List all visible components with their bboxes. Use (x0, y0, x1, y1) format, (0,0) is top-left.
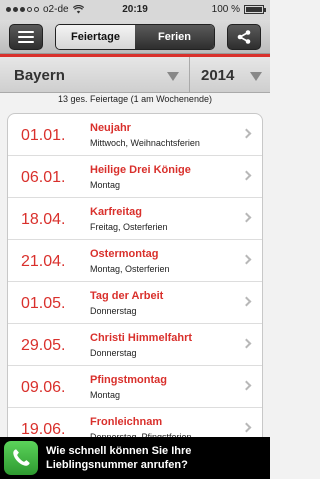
holiday-list: 01.01. Neujahr Mittwoch, Weihnachtsferien 0… (7, 113, 263, 451)
dropdown-triangle-icon (167, 72, 179, 81)
nav-bar: Feiertage Ferien (0, 20, 270, 54)
holiday-name: Karfreitag (90, 206, 142, 218)
chevron-right-icon (241, 422, 252, 433)
tab-feiertage[interactable]: Feiertage (56, 25, 135, 49)
view-switcher: Feiertage Ferien (55, 24, 215, 50)
chevron-right-icon (241, 254, 252, 265)
holiday-name: Christi Himmelfahrt (90, 332, 193, 344)
holiday-row[interactable]: 01.05. Tag der Arbeit Donnerstag (8, 282, 262, 324)
holiday-details: Mittwoch, Weihnachtsferien (90, 138, 200, 148)
holiday-date: 18.04. (21, 211, 66, 228)
holiday-row[interactable]: 21.04. Ostermontag Montag, Osterferien (8, 240, 262, 282)
holiday-details: Donnerstag (90, 306, 137, 316)
holiday-name: Neujahr (90, 122, 131, 134)
holiday-name: Pfingstmontag (90, 374, 167, 386)
holiday-row[interactable]: 18.04. Karfreitag Freitag, Osterferien (8, 198, 262, 240)
chevron-right-icon (241, 212, 252, 223)
holiday-date: 06.01. (21, 169, 66, 186)
state-value: Bayern (14, 66, 65, 84)
holiday-name: Ostermontag (90, 248, 159, 260)
battery-percent: 100 % (211, 4, 240, 15)
year-selector[interactable]: 2014 (191, 57, 270, 93)
holiday-date: 21.04. (21, 253, 66, 270)
holiday-row[interactable]: 29.05. Christi Himmelfahrt Donnerstag (8, 324, 262, 366)
chevron-right-icon (241, 170, 252, 181)
battery-icon (244, 5, 266, 14)
chevron-right-icon (241, 296, 252, 307)
tab-ferien[interactable]: Ferien (135, 25, 214, 49)
holiday-details: Freitag, Osterferien (90, 222, 168, 232)
hamburger-menu-icon (18, 31, 34, 43)
holiday-details: Montag, Osterferien (90, 264, 170, 274)
year-value: 2014 (201, 66, 235, 84)
dropdown-triangle-icon (250, 72, 262, 81)
holiday-date: 01.01. (21, 127, 66, 144)
holiday-date: 09.06. (21, 379, 66, 396)
ad-text: Wie schnell können Sie Ihre Lieblingsnum… (46, 445, 192, 471)
holiday-name: Tag der Arbeit (90, 290, 164, 302)
chevron-right-icon (241, 380, 252, 391)
holiday-date: 01.05. (21, 295, 66, 312)
state-selector[interactable]: Bayern (0, 57, 190, 93)
holiday-details: Donnerstag (90, 348, 137, 358)
share-button[interactable] (227, 24, 261, 50)
holiday-name: Heilige Drei Könige (90, 164, 191, 176)
holiday-row[interactable]: 09.06. Pfingstmontag Montag (8, 366, 262, 408)
status-bar: o2-de 20:19 100 % (0, 0, 270, 20)
filter-bar: Bayern 2014 (0, 57, 270, 93)
phone-icon (4, 441, 38, 475)
menu-button[interactable] (9, 24, 43, 50)
holiday-row[interactable]: 01.01. Neujahr Mittwoch, Weihnachtsferien (8, 114, 262, 156)
holiday-details: Montag (90, 180, 121, 190)
chevron-right-icon (241, 128, 252, 139)
share-icon (237, 30, 251, 44)
holiday-summary: 13 ges. Feiertage (1 am Wochenende) (58, 94, 212, 104)
chevron-right-icon (241, 338, 252, 349)
holiday-date: 29.05. (21, 337, 66, 354)
battery-area: 100 % (211, 4, 266, 15)
holiday-row[interactable]: 06.01. Heilige Drei Könige Montag (8, 156, 262, 198)
ad-banner[interactable]: Wie schnell können Sie Ihre Lieblingsnum… (0, 437, 270, 479)
holiday-details: Montag (90, 390, 121, 400)
holiday-name: Fronleichnam (90, 416, 163, 428)
